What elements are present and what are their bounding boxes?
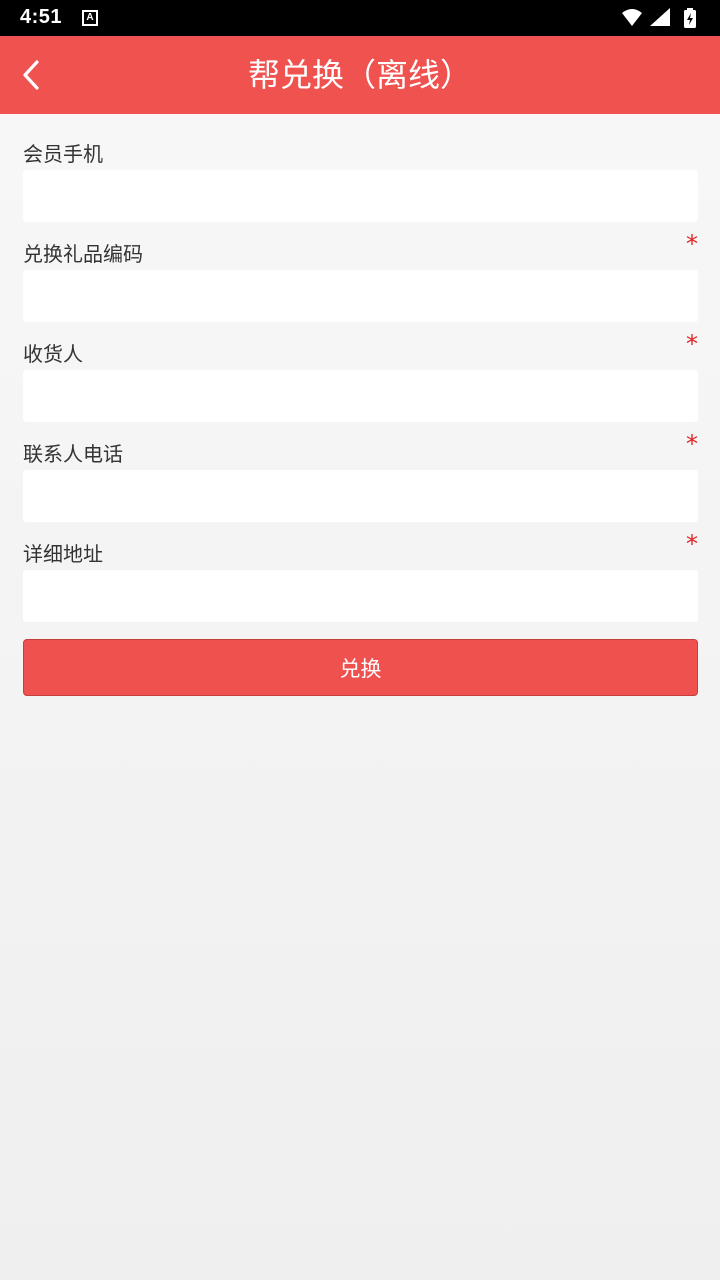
page-title: 帮兑换（离线） (247, 56, 472, 94)
gift-code-field: 兑换礼品编码 * (23, 230, 698, 330)
status-icons (620, 7, 702, 29)
contact-phone-label: 联系人电话 (23, 442, 123, 466)
recipient-input[interactable] (23, 370, 698, 422)
chevron-left-icon (23, 60, 39, 90)
status-time: 4:51 (20, 6, 63, 28)
exchange-button[interactable]: 兑换 (23, 639, 698, 696)
required-mark: * (686, 330, 698, 358)
member-phone-label: 会员手机 (23, 142, 103, 166)
member-phone-field: 会员手机 (23, 130, 698, 230)
back-button[interactable] (8, 51, 56, 99)
required-mark: * (686, 430, 698, 458)
gift-code-input[interactable] (23, 270, 698, 322)
notification-a-icon: A (82, 10, 98, 26)
address-input[interactable] (23, 570, 698, 622)
app-bar: 帮兑换（离线） (0, 36, 720, 114)
recipient-field: 收货人 * (23, 330, 698, 430)
recipient-label: 收货人 (23, 342, 83, 366)
address-field: 详细地址 * (23, 530, 698, 630)
address-label: 详细地址 (23, 542, 103, 566)
member-phone-input[interactable] (23, 170, 698, 222)
exchange-form: 会员手机 兑换礼品编码 * 收货人 * 联系人电话 * 详细地址 * (23, 130, 698, 630)
contact-phone-field: 联系人电话 * (23, 430, 698, 530)
signal-icon (650, 8, 670, 26)
battery-charging-icon (684, 8, 696, 28)
required-mark: * (686, 230, 698, 258)
required-mark: * (686, 530, 698, 558)
status-bar: 4:51 A (0, 0, 720, 36)
wifi-icon (622, 9, 642, 26)
contact-phone-input[interactable] (23, 470, 698, 522)
gift-code-label: 兑换礼品编码 (23, 242, 143, 266)
